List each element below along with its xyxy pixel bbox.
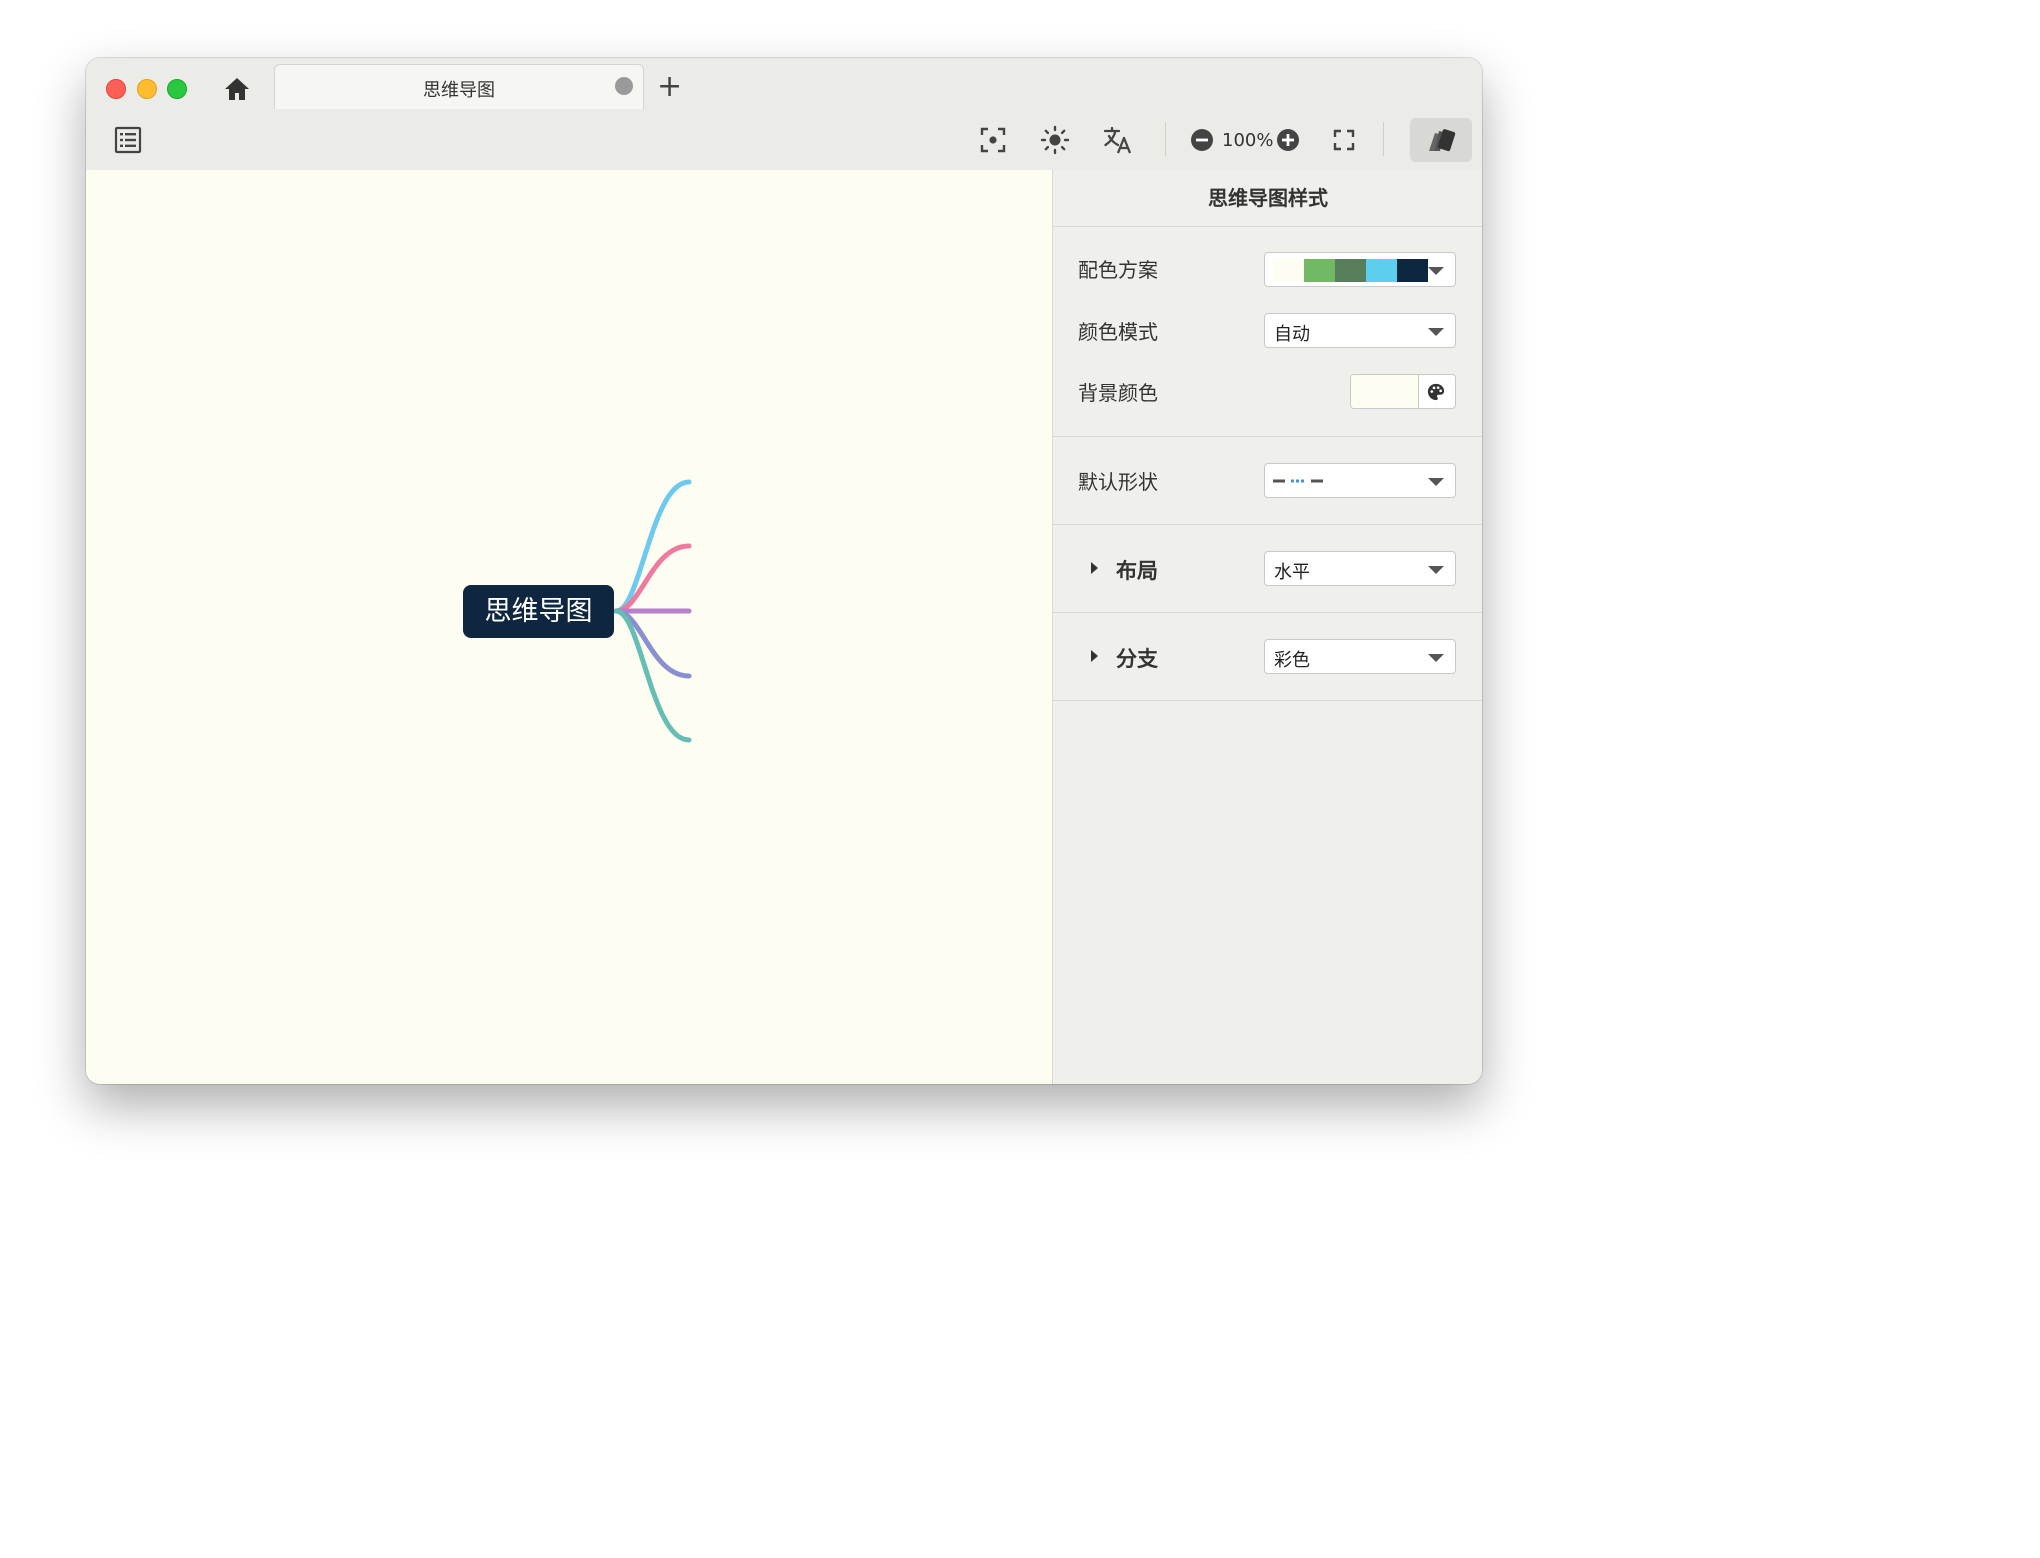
chevron-down-icon [1428,328,1444,336]
toolbar-separator [1383,122,1384,156]
layout-label[interactable]: 布局 [1116,555,1158,585]
toolbar-separator [1165,122,1166,156]
line-shape-icon [1273,479,1323,483]
style-panel: 思维导图样式 配色方案 颜色模式 自动 背景颜色 默认形状 布局 水平 分支 彩… [1052,170,1482,1084]
mindmap-canvas[interactable]: 思维导图 [86,170,1052,1084]
default-shape-label: 默认形状 [1078,470,1158,494]
layout-select[interactable]: 水平 [1264,551,1456,586]
color-mode-label: 颜色模式 [1078,320,1158,344]
background-color-label: 背景颜色 [1078,381,1158,405]
palette-icon[interactable] [1427,383,1445,401]
branch-value: 彩色 [1274,650,1310,671]
branch-select[interactable]: 彩色 [1264,639,1456,674]
color-swatch [1397,259,1428,282]
color-mode-select[interactable]: 自动 [1264,313,1456,348]
outline-list-icon[interactable] [112,124,144,156]
expand-branch-icon[interactable] [1091,650,1098,662]
color-swatch [1366,259,1397,282]
section-divider [1053,612,1482,613]
branch-label[interactable]: 分支 [1116,643,1158,673]
style-panel-button[interactable] [1410,118,1472,162]
color-scheme-label: 配色方案 [1078,258,1158,282]
background-color-picker[interactable] [1350,374,1456,409]
app-window: 思维导图 + 100% 思维导图 思维导图样式 配色方案 颜色模式 自动 背景颜… [86,58,1482,1084]
chevron-down-icon [1428,478,1444,486]
color-swatch [1304,259,1335,282]
focus-center-icon[interactable] [977,124,1009,156]
section-divider [1053,700,1482,701]
background-color-swatch [1351,375,1419,408]
section-divider [1053,524,1482,525]
add-tab-button[interactable]: + [657,72,682,102]
translate-icon[interactable] [1102,124,1134,156]
layout-value: 水平 [1274,562,1310,583]
fullscreen-icon[interactable] [1328,124,1360,156]
panel-title: 思维导图样式 [1053,170,1482,227]
zoom-level: 100% [1222,130,1274,151]
tab-close-button[interactable] [615,77,633,95]
home-icon[interactable] [222,74,252,104]
chevron-down-icon [1428,267,1444,275]
chevron-down-icon [1428,654,1444,662]
chevron-down-icon [1428,566,1444,574]
section-divider [1053,436,1482,437]
zoom-out-icon[interactable] [1186,124,1218,156]
color-swatch [1273,259,1304,282]
brightness-icon[interactable] [1039,124,1071,156]
zoom-window-button[interactable] [167,79,187,99]
tab-mindmap[interactable]: 思维导图 [274,64,644,109]
color-mode-value: 自动 [1274,324,1310,345]
close-window-button[interactable] [106,79,126,99]
style-panel-icon [1429,129,1456,152]
expand-layout-icon[interactable] [1091,562,1098,574]
minimize-window-button[interactable] [137,79,157,99]
color-swatch [1335,259,1366,282]
title-bar: 思维导图 + 100% [86,58,1482,171]
root-node[interactable]: 思维导图 [463,585,614,638]
tab-title: 思维导图 [423,80,495,101]
zoom-in-icon[interactable] [1272,124,1304,156]
default-shape-select[interactable] [1264,463,1456,498]
color-scheme-select[interactable] [1264,252,1456,287]
